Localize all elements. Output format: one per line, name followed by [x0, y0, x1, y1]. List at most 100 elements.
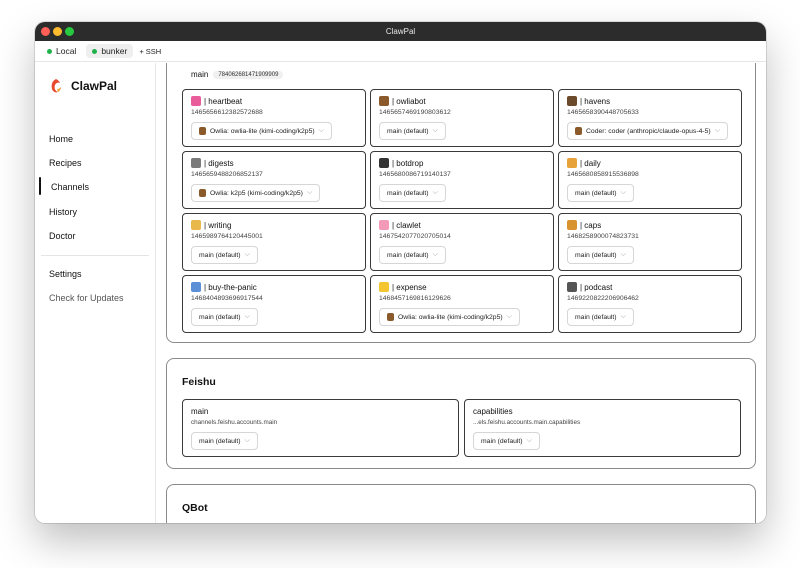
- window-title: ClawPal: [385, 27, 416, 36]
- pretzel-icon: [567, 220, 577, 230]
- channel-id: 1465659488206852137: [191, 171, 263, 178]
- sidebar-item-home[interactable]: Home: [49, 134, 73, 144]
- sparkle-icon: [567, 158, 577, 168]
- agent-select[interactable]: main (default) ⌵: [379, 184, 446, 202]
- agent-select-value: main (default): [387, 251, 429, 259]
- agent-select-value: main (default): [575, 251, 617, 259]
- sidebar-item-channels[interactable]: Channels: [51, 182, 89, 192]
- connection-label: Local: [56, 46, 77, 56]
- feishu-account-card: main channels.feishu.accounts.main main …: [182, 399, 459, 457]
- minimize-window-button[interactable]: [53, 27, 62, 36]
- add-ssh-button[interactable]: + SSH: [137, 45, 163, 58]
- claw-logo-icon: [51, 79, 61, 93]
- pencil-icon: [191, 220, 201, 230]
- connection-bar: Local bunker + SSH: [35, 41, 766, 62]
- chevron-down-icon: ⌵: [306, 189, 313, 196]
- agent-select-value: Owlia: owlia-lite (kimi-coding/k2p5): [398, 313, 503, 321]
- chevron-down-icon: ⌵: [620, 251, 626, 258]
- channel-title: | clawlet: [379, 220, 421, 230]
- close-window-button[interactable]: [41, 27, 50, 36]
- agent-select-value: main (default): [387, 127, 429, 135]
- channel-card: | heartbeat 1465656612382572688 Owlia: owl…: [182, 89, 366, 147]
- phone-icon: [379, 158, 389, 168]
- agent-select-value: Coder: coder (anthropic/claude-opus-4-5): [586, 127, 711, 135]
- check-updates-link[interactable]: Check for Updates: [49, 293, 124, 303]
- channel-id: 1468404893696917544: [191, 295, 263, 302]
- qbot-title: QBot: [182, 502, 208, 514]
- connection-tab-bunker[interactable]: bunker: [86, 44, 134, 58]
- agent-select[interactable]: main (default) ⌵: [191, 432, 258, 450]
- sidebar-item-recipes[interactable]: Recipes: [49, 158, 82, 168]
- channel-card: | caps 1468258900074823731 main (default) ⌵: [558, 213, 742, 271]
- account-name: capabilities: [473, 407, 513, 416]
- agent-select[interactable]: main (default) ⌵: [567, 184, 634, 202]
- agent-select[interactable]: main (default) ⌵: [191, 246, 258, 264]
- agent-select[interactable]: main (default) ⌵: [567, 308, 634, 326]
- chevron-down-icon: ⌵: [244, 313, 250, 320]
- channel-id: 1468258900074823731: [567, 233, 639, 240]
- sidebar-item-history[interactable]: History: [49, 207, 77, 217]
- chart-down-icon: [191, 282, 201, 292]
- heart-icon: [191, 96, 201, 106]
- chevron-down-icon: ⌵: [432, 127, 438, 134]
- channel-name: | owliabot: [392, 96, 426, 106]
- chevron-down-icon: ⌵: [620, 313, 626, 320]
- feishu-section: Feishu main channels.feishu.accounts.mai…: [166, 358, 756, 469]
- channel-id: 1467542077020705014: [379, 233, 451, 240]
- channel-id: 1465658390448705633: [567, 109, 639, 116]
- channel-title: | buy-the-panic: [191, 282, 257, 292]
- chevron-down-icon: ⌵: [244, 251, 250, 258]
- channel-title: | digests: [191, 158, 234, 168]
- channel-name: | writing: [204, 220, 232, 230]
- agent-select[interactable]: Owlia: owlia-lite (kimi-coding/k2p5) ⌵: [191, 122, 332, 140]
- agent-select[interactable]: main (default) ⌵: [567, 246, 634, 264]
- agent-select-value: Owlia: k2p5 (kimi-coding/k2p5): [210, 189, 303, 197]
- agent-select[interactable]: main (default) ⌵: [379, 122, 446, 140]
- channel-name: | botdrop: [392, 158, 424, 168]
- title-bar: ClawPal: [35, 22, 766, 41]
- agent-select[interactable]: main (default) ⌵: [191, 308, 258, 326]
- channel-title: | havens: [567, 96, 610, 106]
- channel-name: | expense: [392, 282, 427, 292]
- channel-name: | podcast: [580, 282, 613, 292]
- brand-name: ClawPal: [71, 79, 118, 93]
- agent-select[interactable]: Coder: coder (anthropic/claude-opus-4-5)…: [567, 122, 728, 140]
- account-path: ...els.feishu.accounts.main.capabilities: [473, 419, 581, 426]
- channel-title: | owliabot: [379, 96, 426, 106]
- channel-name: | buy-the-panic: [204, 282, 257, 292]
- zoom-window-button[interactable]: [65, 27, 74, 36]
- microphone-icon: [567, 282, 577, 292]
- channel-name: | clawlet: [392, 220, 421, 230]
- channel-id: 1465680086719140137: [379, 171, 451, 178]
- chevron-down-icon: ⌵: [432, 251, 438, 258]
- agent-avatar-icon: [575, 127, 582, 135]
- newspaper-icon: [191, 158, 201, 168]
- account-name: main: [191, 407, 209, 416]
- sidebar-item-settings[interactable]: Settings: [49, 269, 82, 279]
- qbot-section: QBot: [166, 484, 756, 523]
- agent-select[interactable]: Owlia: owlia-lite (kimi-coding/k2p5) ⌵: [379, 308, 520, 326]
- chevron-down-icon: ⌵: [318, 127, 324, 134]
- note-icon: [379, 282, 389, 292]
- channel-id: 1465657469190803612: [379, 109, 451, 116]
- agent-select-value: Owlia: owlia-lite (kimi-coding/k2p5): [210, 127, 315, 135]
- status-dot-icon: [92, 48, 98, 54]
- chevron-down-icon: ⌵: [526, 437, 532, 444]
- channel-name: | daily: [580, 158, 601, 168]
- agent-select-value: main (default): [575, 313, 617, 321]
- channel-card: | podcast 1469220822206906462 main (defaul…: [558, 275, 742, 333]
- agent-select[interactable]: main (default) ⌵: [473, 432, 540, 450]
- channel-title: | daily: [567, 158, 601, 168]
- channel-card: | writing 1465989764120445001 main (defaul…: [182, 213, 366, 271]
- agent-avatar-icon: [199, 127, 206, 135]
- cake-icon: [379, 220, 389, 230]
- connection-tab-local[interactable]: Local: [41, 44, 82, 58]
- channel-id: 1465656612382572688: [191, 109, 263, 116]
- sidebar-item-doctor[interactable]: Doctor: [49, 231, 76, 241]
- channel-card: | buy-the-panic 1468404893696917544 main (…: [182, 275, 366, 333]
- agent-select[interactable]: Owlia: k2p5 (kimi-coding/k2p5) ⌵: [191, 184, 321, 202]
- agent-select[interactable]: main (default) ⌵: [379, 246, 446, 264]
- status-dot-icon: [47, 48, 52, 54]
- chevron-down-icon: ⌵: [714, 127, 720, 134]
- channel-card: | havens 1465658390448705633 Coder: coder …: [558, 89, 742, 147]
